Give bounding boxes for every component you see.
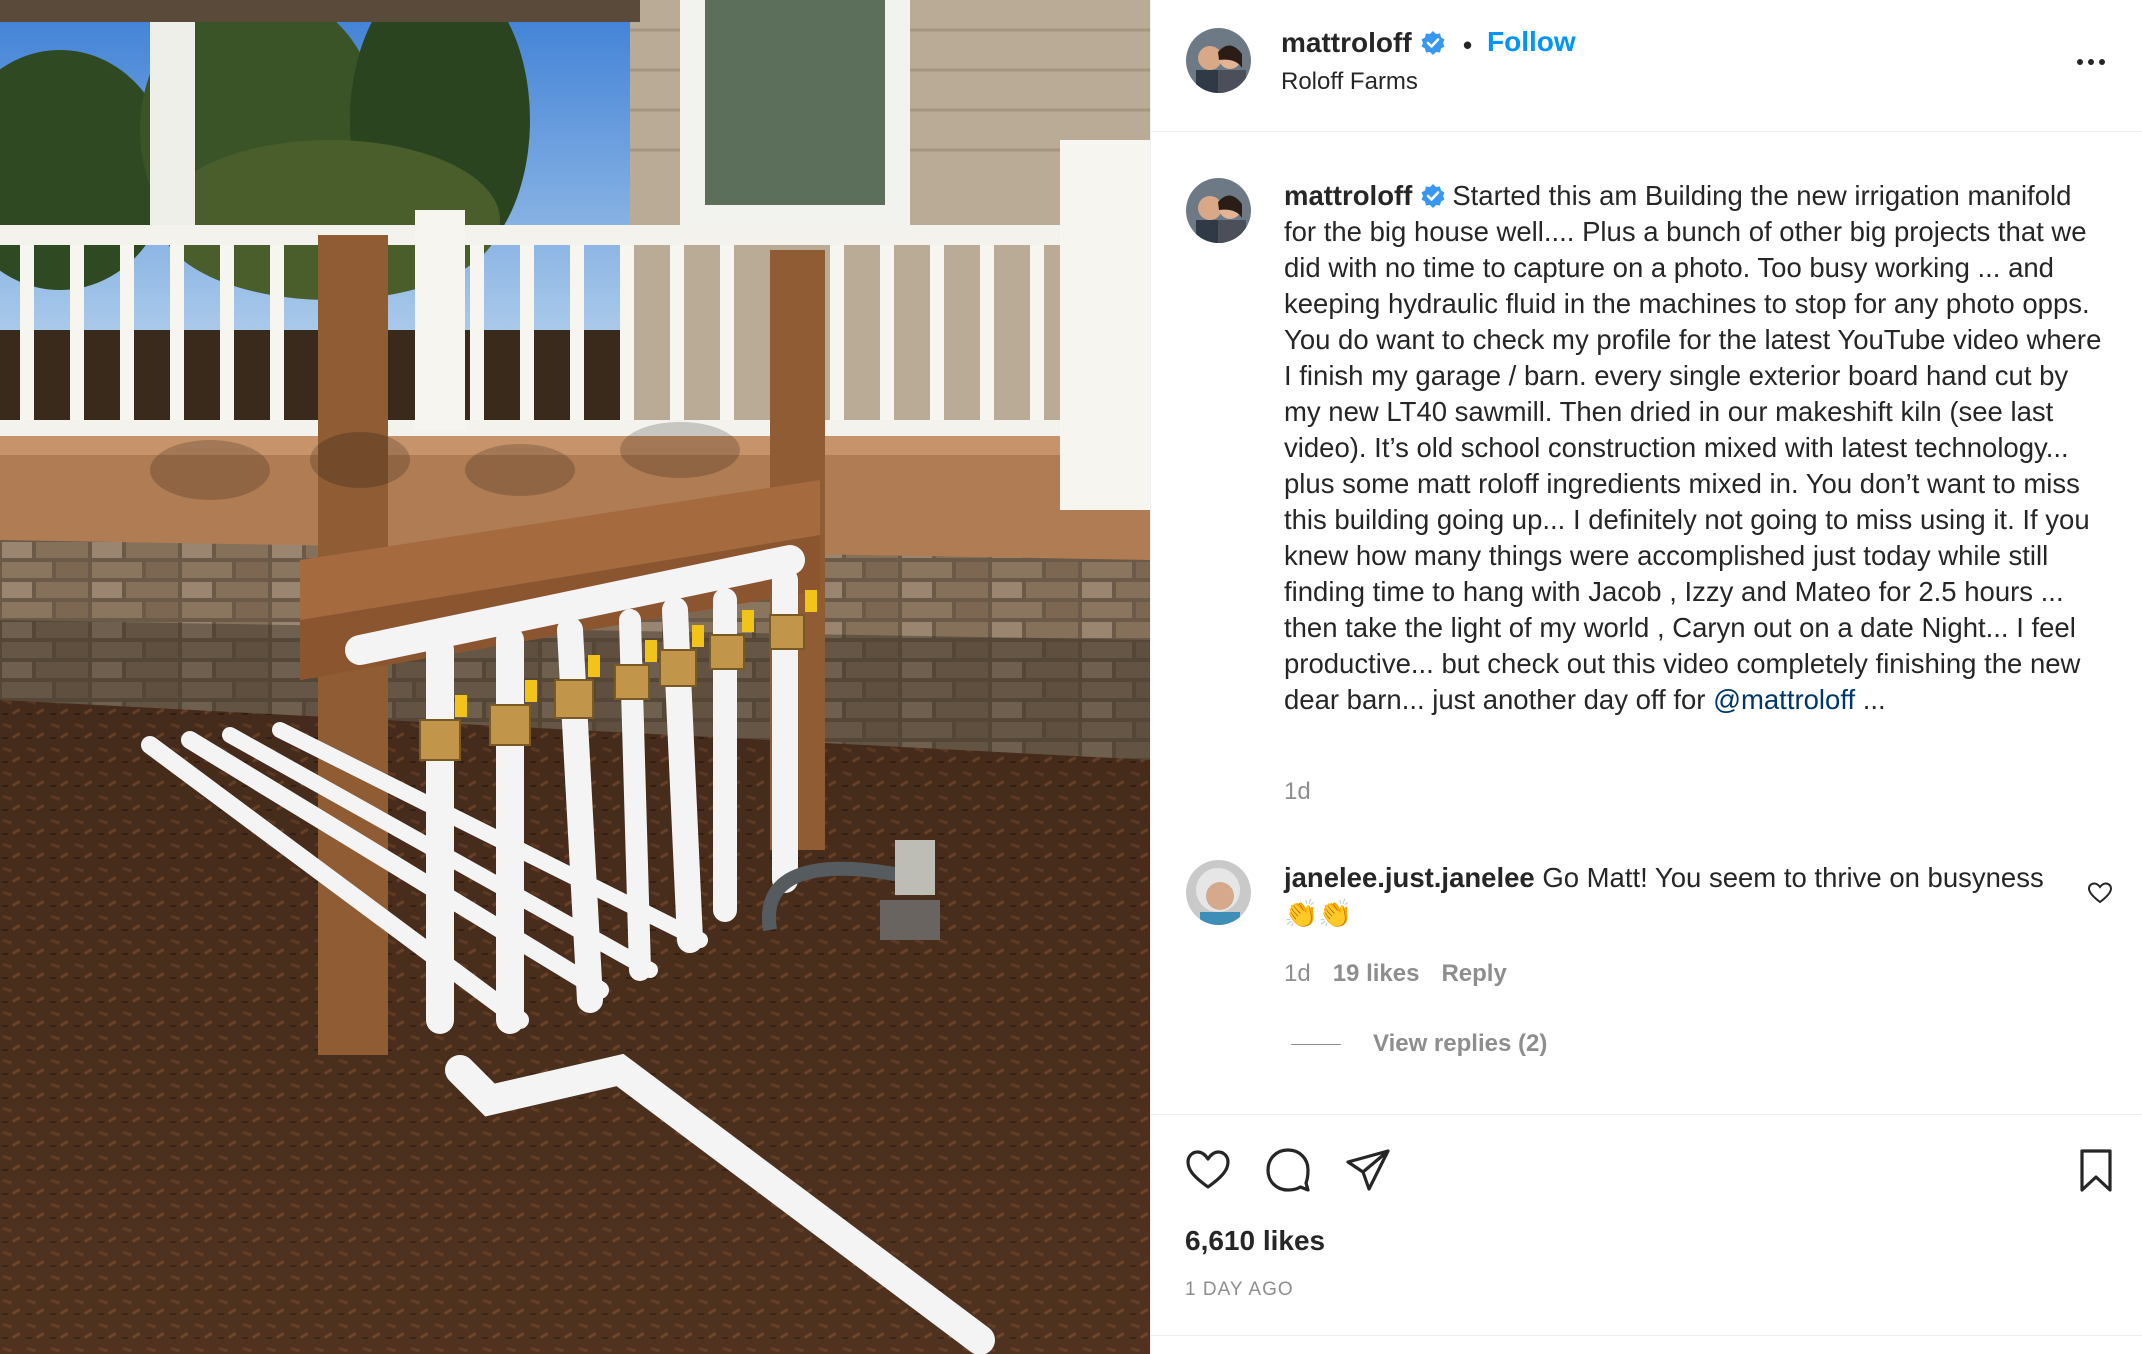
caption-mention-link[interactable]: @mattroloff xyxy=(1713,684,1855,715)
post-likes-count[interactable]: 6,610 likes xyxy=(1185,1225,1325,1257)
comment-meta: 1d 19 likes Reply xyxy=(1284,960,1507,988)
post-timestamp[interactable]: 1 DAY AGO xyxy=(1185,1279,1294,1301)
verified-badge-icon xyxy=(1420,183,1446,209)
header-separator: • xyxy=(1463,30,1473,60)
paper-plane-icon[interactable] xyxy=(1343,1145,1393,1195)
follow-button[interactable]: Follow xyxy=(1487,26,1576,58)
commenter-username[interactable]: janelee.just.janelee xyxy=(1284,862,1535,893)
caption-ellipsis: ... xyxy=(1855,684,1886,715)
post-actions: 6,610 likes 1 DAY AGO xyxy=(1151,1114,2142,1354)
author-avatar[interactable] xyxy=(1186,28,1251,93)
view-replies-button[interactable]: View replies (2) xyxy=(1291,1030,1547,1058)
post-details-panel: mattroloff • Follow Roloff Farms mattrol… xyxy=(1150,0,2142,1354)
post-photo[interactable] xyxy=(0,0,1150,1354)
caption-username[interactable]: mattroloff xyxy=(1284,180,1412,211)
view-replies-label[interactable]: View replies (2) xyxy=(1373,1030,1547,1058)
instagram-post-page: mattroloff • Follow Roloff Farms mattrol… xyxy=(0,0,2142,1354)
verified-badge-icon xyxy=(1420,30,1446,56)
comment-reply-button[interactable]: Reply xyxy=(1441,960,1506,988)
comment-like-heart-icon[interactable] xyxy=(2087,880,2113,906)
post-header: mattroloff • Follow Roloff Farms xyxy=(1151,0,2142,132)
comment-bubble-icon[interactable] xyxy=(1263,1145,1313,1195)
author-username-text[interactable]: mattroloff xyxy=(1281,27,1412,58)
caption-author-avatar[interactable] xyxy=(1186,178,1251,243)
bottom-divider xyxy=(1151,1335,2142,1336)
bookmark-icon[interactable] xyxy=(2071,1145,2121,1195)
heart-icon[interactable] xyxy=(1183,1145,1233,1195)
replies-divider-line xyxy=(1291,1043,1341,1045)
more-options-icon[interactable] xyxy=(2069,40,2113,84)
commenter-avatar[interactable] xyxy=(1186,860,1251,925)
comment-timestamp[interactable]: 1d xyxy=(1284,960,1311,988)
caption-timestamp[interactable]: 1d xyxy=(1284,778,1311,806)
author-username[interactable]: mattroloff xyxy=(1281,27,1446,59)
comment-text: janelee.just.janelee Go Matt! You seem t… xyxy=(1284,860,2044,932)
caption-text: mattroloff Started this am Building the n… xyxy=(1284,178,2104,718)
caption-body: Started this am Building the new irrigat… xyxy=(1284,180,2102,715)
irrigation-manifold-photo xyxy=(0,0,1150,1354)
comment-likes-count[interactable]: 19 likes xyxy=(1333,960,1420,988)
post-location[interactable]: Roloff Farms xyxy=(1281,68,1418,96)
